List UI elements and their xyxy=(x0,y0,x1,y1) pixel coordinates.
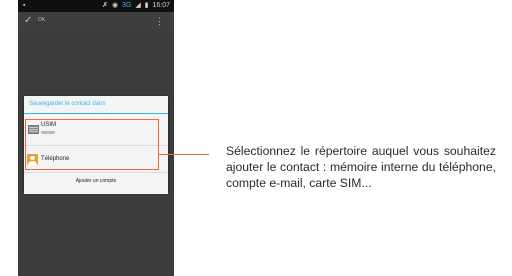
annotation-text: Sélectionnez le répertoire auquel vous s… xyxy=(226,144,496,190)
status-icons: ✗ ◉ 3G ◢ ▮ 16:07 xyxy=(100,0,170,12)
network-type: 3G xyxy=(122,2,132,9)
battery-icon: ▮ xyxy=(144,2,149,9)
dialog-title: Sauvegarder le contact dans xyxy=(29,101,106,107)
done-button[interactable]: OK xyxy=(38,17,45,23)
dialog-divider xyxy=(24,113,168,114)
action-bar: ✓ OK ⋮ xyxy=(18,12,174,32)
option-divider xyxy=(24,172,168,173)
status-time: 16:07 xyxy=(152,2,170,9)
signal-icon: ◢ xyxy=(135,2,141,9)
wifi-icon: ◉ xyxy=(111,2,119,9)
mute-icon: ✗ xyxy=(102,2,108,9)
notification-icon: ▪ xyxy=(23,2,26,9)
add-account-button[interactable]: Ajouter un compte xyxy=(24,178,168,184)
status-bar: ▪ ✗ ◉ 3G ◢ ▮ 16:07 xyxy=(18,0,174,12)
highlight-box xyxy=(25,119,159,170)
check-icon[interactable]: ✓ xyxy=(24,15,32,26)
callout-connector xyxy=(159,154,209,155)
overflow-menu-icon[interactable]: ⋮ xyxy=(155,16,164,27)
